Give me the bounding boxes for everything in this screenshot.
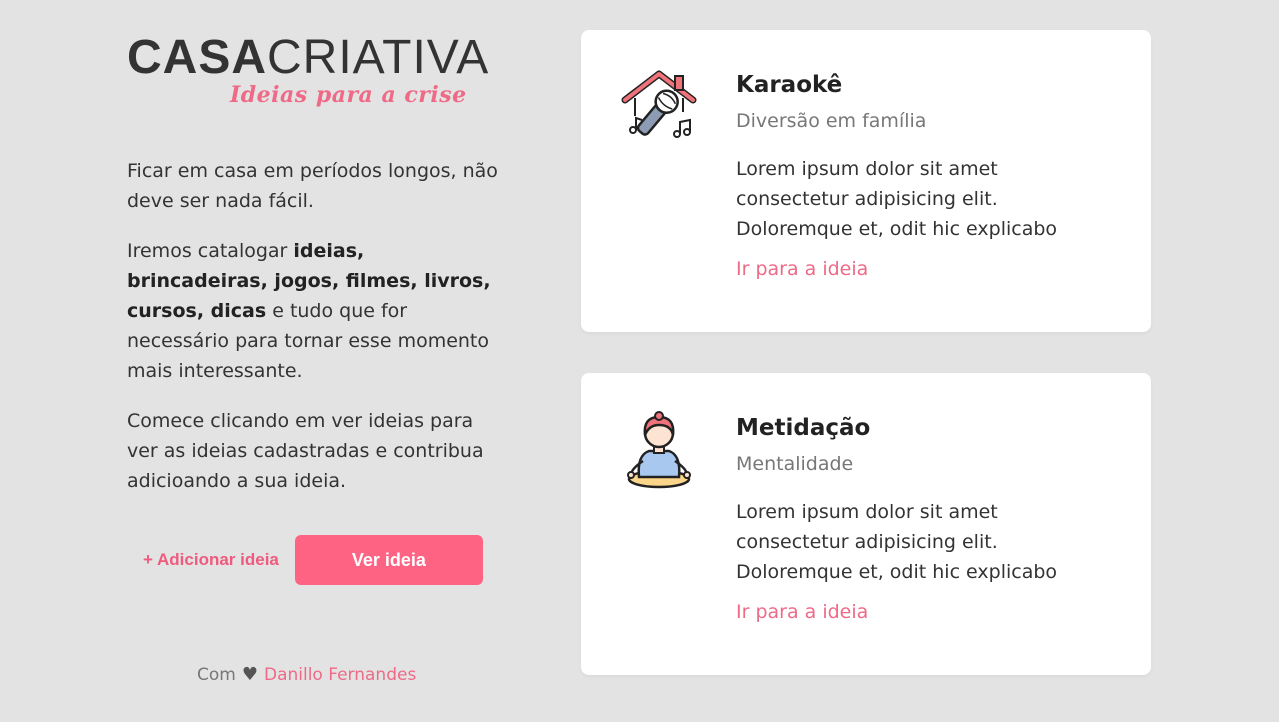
card-title: Karaokê — [736, 72, 843, 98]
intro-paragraph-2: Iremos catalogar ideias, brincadeiras, j… — [127, 236, 507, 386]
intro-p2-before: Iremos catalogar — [127, 240, 294, 262]
go-to-idea-link[interactable]: Ir para a ideia — [736, 258, 868, 280]
card-body: Karaokê Diversão em família Lorem ipsum … — [736, 70, 1106, 280]
logo-tagline: Ideias para a crise — [230, 82, 467, 108]
intro-paragraph-1: Ficar em casa em períodos longos, não de… — [127, 160, 498, 212]
go-to-idea-link[interactable]: Ir para a ideia — [736, 601, 868, 623]
card-category: Mentalidade — [736, 453, 854, 475]
view-ideas-button[interactable]: Ver ideia — [294, 535, 483, 585]
heart-icon: ♥ — [241, 664, 258, 685]
intro-text: Ficar em casa em períodos longos, não de… — [127, 156, 507, 496]
add-idea-link[interactable]: + Adicionar ideia — [143, 550, 279, 570]
card-body: Metidação Mentalidade Lorem ipsum dolor … — [736, 413, 1106, 623]
card-title: Metidação — [736, 415, 871, 441]
logo: CASACRIATIVA Ideias para a crise — [127, 34, 507, 114]
author-link[interactable]: Danillo Fernandes — [264, 665, 416, 685]
footer: Com ♥ Danillo Fernandes — [197, 664, 416, 685]
page: CASACRIATIVA Ideias para a crise Ficar e… — [0, 0, 1279, 722]
intro-panel: CASACRIATIVA Ideias para a crise Ficar e… — [127, 34, 507, 516]
meditation-person-icon — [621, 411, 697, 491]
intro-paragraph-3: Comece clicando em ver ideias para ver a… — [127, 410, 484, 492]
card-description: Lorem ipsum dolor sit amet consectetur a… — [736, 158, 1058, 240]
logo-wordmark: CASACRIATIVA — [127, 34, 507, 82]
actions: + Adicionar ideia Ver ideia — [143, 535, 483, 585]
footer-prefix: Com — [197, 664, 236, 685]
idea-card-meditation: Metidação Mentalidade Lorem ipsum dolor … — [581, 373, 1151, 675]
card-category: Diversão em família — [736, 110, 927, 132]
logo-name-light: CRIATIVA — [267, 31, 490, 84]
karaoke-house-microphone-icon — [621, 68, 697, 148]
card-description: Lorem ipsum dolor sit amet consectetur a… — [736, 501, 1058, 583]
idea-card-karaoke: Karaokê Diversão em família Lorem ipsum … — [581, 30, 1151, 332]
logo-name-bold: CASA — [127, 31, 268, 84]
